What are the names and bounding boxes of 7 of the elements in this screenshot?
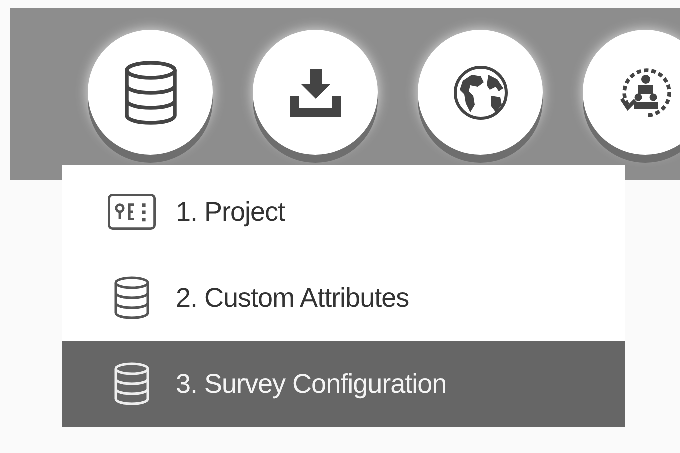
sync-button[interactable] <box>583 30 680 155</box>
form-icon <box>108 194 156 230</box>
menu-item[interactable]: 2. Custom Attributes <box>62 255 625 341</box>
menu-item[interactable]: 1. Project <box>62 169 625 255</box>
database-icon <box>112 276 152 320</box>
database-icon <box>112 362 152 406</box>
menu-item[interactable]: 3. Survey Configuration <box>62 341 625 427</box>
